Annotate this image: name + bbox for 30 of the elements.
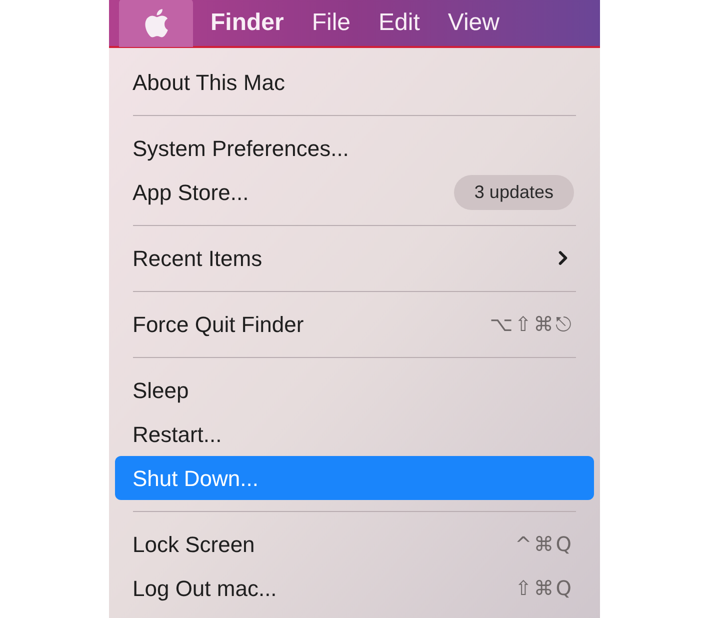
- menu-item[interactable]: System Preferences...: [114, 126, 594, 170]
- menu-item-label: About This Mac: [132, 68, 285, 96]
- menu-item-label: App Store...: [132, 178, 249, 207]
- apple-logo-icon: [142, 8, 168, 38]
- menu-item[interactable]: Log Out mac... ⇧⌘Q: [114, 566, 594, 610]
- menu-item-label: Sleep: [132, 376, 189, 405]
- menu-item-label: Restart...: [132, 420, 222, 448]
- apple-menu-button[interactable]: [118, 0, 192, 47]
- menu-item-label: Log Out mac...: [132, 574, 277, 603]
- menu-item[interactable]: About This Mac: [114, 60, 594, 104]
- menu-item[interactable]: Force Quit Finder ⌥⇧⌘⎋: [114, 302, 594, 346]
- menu-bar-item[interactable]: Edit: [368, 0, 430, 47]
- menu-item[interactable]: Sleep: [114, 368, 594, 412]
- menu-item[interactable]: Shut Down...: [114, 456, 594, 500]
- menu-item-label: Lock Screen: [132, 530, 255, 558]
- menu-item[interactable]: Lock Screen ^⌘Q: [114, 522, 594, 566]
- menu-item[interactable]: Restart...: [114, 412, 594, 456]
- keyboard-shortcut: ⇧⌘Q: [515, 575, 574, 602]
- menu-item-label: Shut Down...: [132, 464, 258, 492]
- keyboard-shortcut: ⌥⇧⌘⎋: [490, 311, 574, 338]
- menu-item-label: Force Quit Finder: [132, 310, 304, 338]
- update-count-badge: 3 updates: [454, 174, 574, 210]
- menu-item-label: System Preferences...: [132, 134, 349, 163]
- menu-bar-item[interactable]: Finder: [200, 0, 294, 47]
- menu-item[interactable]: App Store... 3 updates: [114, 170, 594, 214]
- menu-bar-item[interactable]: View: [438, 0, 510, 47]
- keyboard-shortcut: ^⌘Q: [515, 531, 574, 558]
- menu-item[interactable]: Recent Items: [114, 236, 594, 280]
- menu-bar-item[interactable]: File: [302, 0, 361, 47]
- menu-item-label: Recent Items: [132, 244, 262, 272]
